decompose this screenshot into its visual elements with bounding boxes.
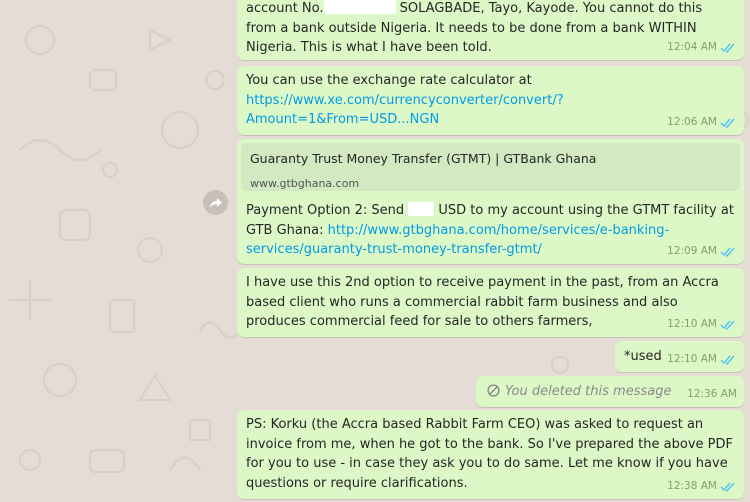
message-time: 12:10 AM	[667, 352, 717, 365]
message-meta: 12:09 AM	[667, 242, 737, 262]
message-text: You can use the exchange rate calculator…	[246, 71, 736, 130]
message-text: PS: Korku (the Accra based Rabbit Farm C…	[246, 417, 733, 491]
link-preview-url: www.gtbghana.com	[250, 176, 360, 190]
message-meta: 12:10 AM	[667, 350, 737, 370]
message-bubble[interactable]: account No. SOLAGBADE, Tayo, Kayode. You…	[237, 0, 744, 60]
read-ticks-icon	[720, 118, 735, 128]
link-preview-card[interactable]: Guaranty Trust Money Transfer (GTMT) | G…	[241, 143, 740, 191]
deleted-message-text: You deleted this message	[505, 384, 672, 399]
message-time: 12:10 AM	[667, 317, 717, 330]
message-text-part: Payment Option 2: Send	[246, 203, 409, 218]
exchange-rate-link[interactable]: https://www.xe.com/currencyconverter/con…	[246, 91, 566, 130]
message-bubble[interactable]: You can use the exchange rate calculator…	[237, 66, 744, 135]
message-text-part: You can use the exchange rate calculator…	[246, 73, 532, 88]
message-bubble[interactable]: *used 12:10 AM	[615, 341, 744, 372]
message-meta: 12:38 AM	[667, 477, 737, 497]
message-bubble[interactable]: I have use this 2nd option to receive pa…	[237, 268, 744, 337]
message-bubble[interactable]: You deleted this message 12:36 AM	[476, 376, 744, 407]
message-time: 12:09 AM	[667, 244, 717, 257]
message-text: I have use this 2nd option to receive pa…	[246, 275, 719, 329]
message-time: 12:04 AM	[667, 40, 717, 53]
message-text: Payment Option 2: Send USD to my account…	[246, 201, 736, 260]
message-bubble[interactable]: Guaranty Trust Money Transfer (GTMT) | G…	[237, 139, 744, 264]
redacted-block	[408, 202, 435, 216]
message-meta: 12:06 AM	[667, 113, 737, 133]
link-preview-title: Guaranty Trust Money Transfer (GTMT) | G…	[250, 151, 597, 166]
message-text: account No. SOLAGBADE, Tayo, Kayode. You…	[246, 0, 736, 58]
forward-button[interactable]	[203, 190, 228, 215]
message-bubble[interactable]: PS: Korku (the Accra based Rabbit Farm C…	[237, 410, 744, 499]
read-ticks-icon	[720, 43, 735, 53]
redacted-block	[323, 0, 396, 14]
message-time: 12:38 AM	[667, 479, 717, 492]
message-meta: 12:04 AM	[667, 38, 737, 58]
message-meta: 12:10 AM	[667, 315, 737, 335]
blocked-icon	[487, 384, 500, 397]
message-time: 12:36 AM	[687, 387, 737, 400]
read-ticks-icon	[720, 320, 735, 330]
read-ticks-icon	[720, 247, 735, 257]
message-time: 12:06 AM	[667, 115, 717, 128]
message-text-part: account No.	[246, 1, 324, 16]
read-ticks-icon	[720, 482, 735, 492]
forward-icon	[209, 197, 222, 208]
read-ticks-icon	[720, 355, 735, 365]
message-meta: 12:36 AM	[687, 385, 737, 405]
